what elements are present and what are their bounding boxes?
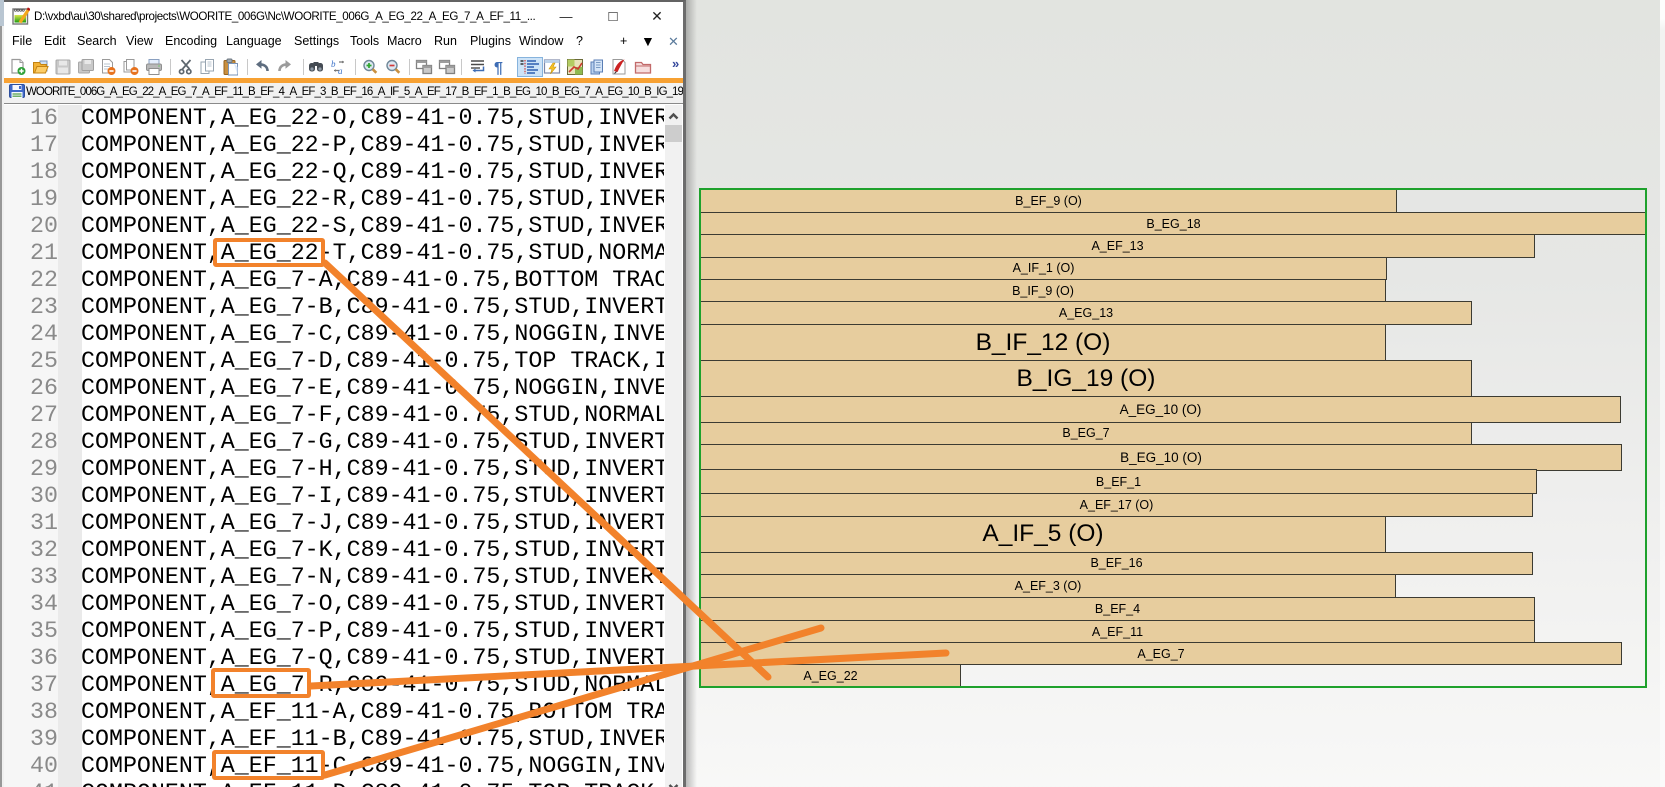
- svg-text:¶: ¶: [494, 60, 503, 76]
- svg-text:b: b: [331, 59, 336, 69]
